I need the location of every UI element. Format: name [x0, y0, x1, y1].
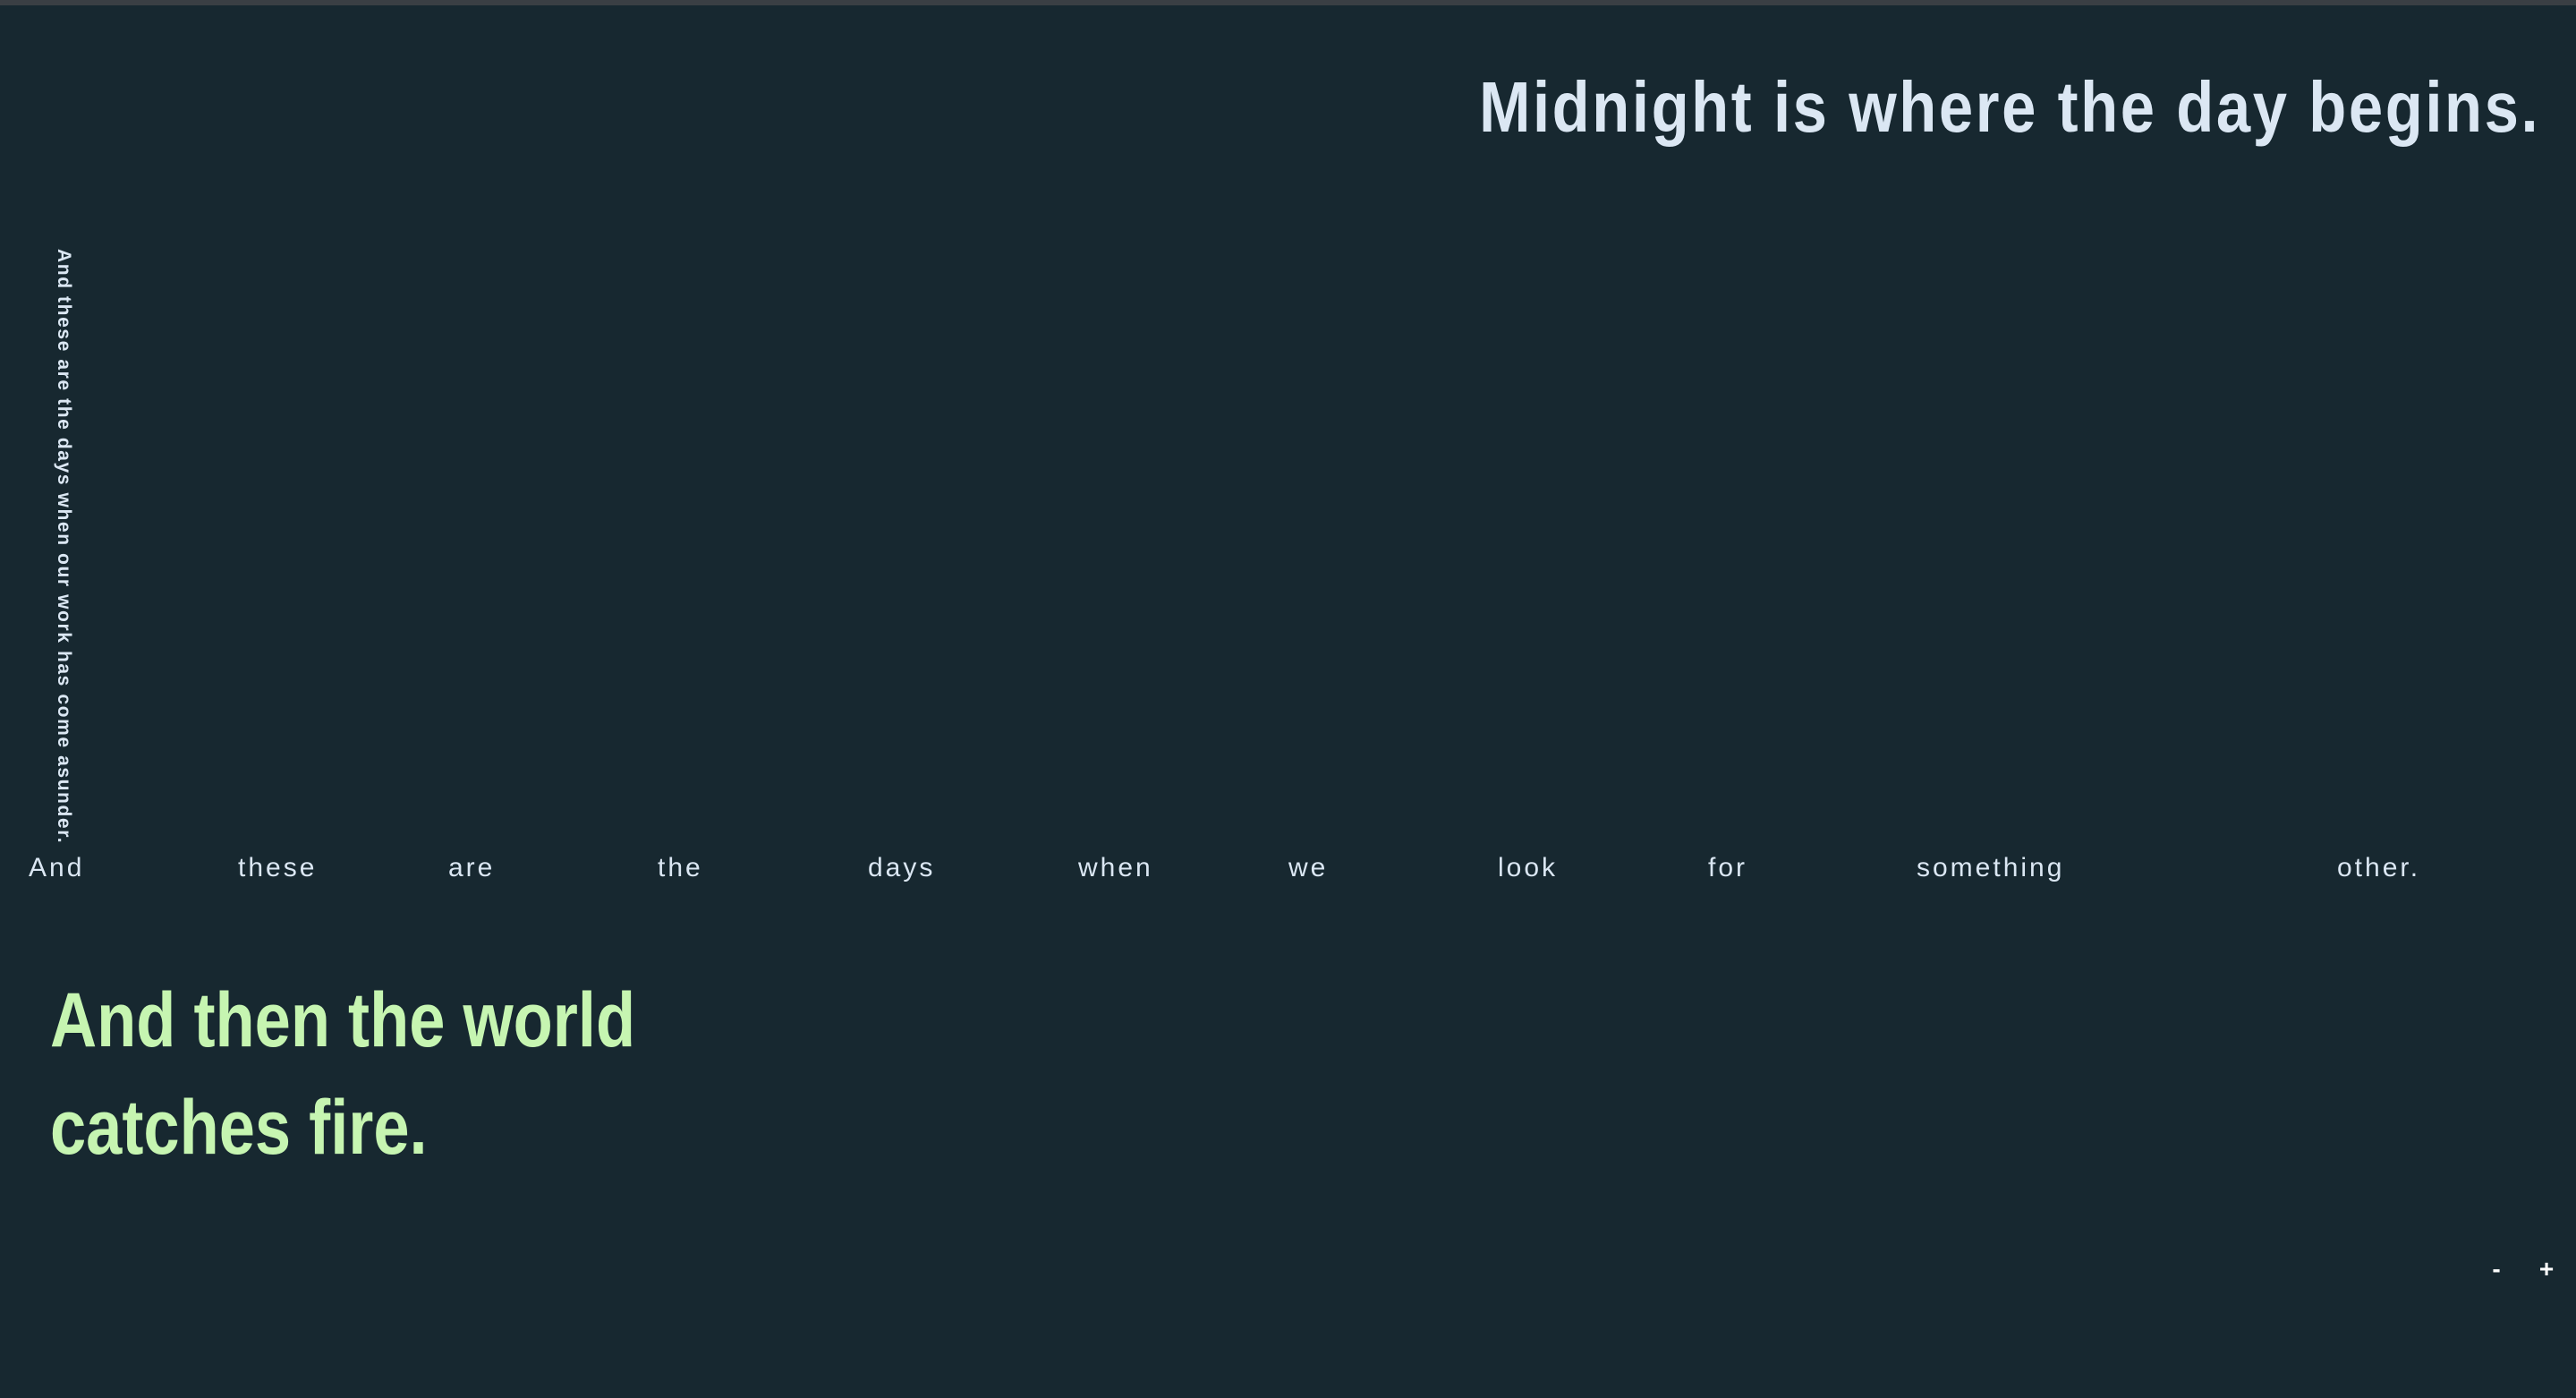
zoom-in-button[interactable]: +: [2529, 1249, 2564, 1289]
vertical-text: And these are the days when our work has…: [54, 249, 74, 845]
spread-word: the: [658, 853, 703, 882]
spread-word: And: [29, 853, 85, 882]
spread-word: we: [1288, 853, 1329, 882]
spread-word-line: And these are the days when we look for …: [29, 846, 2534, 891]
zoom-out-button[interactable]: -: [2478, 1249, 2514, 1289]
spread-word: something: [1917, 853, 2065, 882]
zoom-controls: - +: [2478, 1249, 2564, 1289]
spread-word: these: [238, 853, 318, 882]
spread-word: for: [1708, 853, 1748, 882]
fire-heading: And then the world catches fire.: [50, 977, 636, 1171]
top-border: [0, 0, 2576, 5]
spread-word: other.: [2337, 853, 2421, 882]
vertical-text-container: And these are the days when our work has…: [52, 249, 75, 845]
spread-word: days: [868, 853, 936, 882]
spread-word: look: [1498, 853, 1559, 882]
spread-word: are: [448, 853, 496, 882]
headline: Midnight is where the day begins.: [1478, 67, 2540, 147]
spread-word: when: [1078, 853, 1153, 882]
